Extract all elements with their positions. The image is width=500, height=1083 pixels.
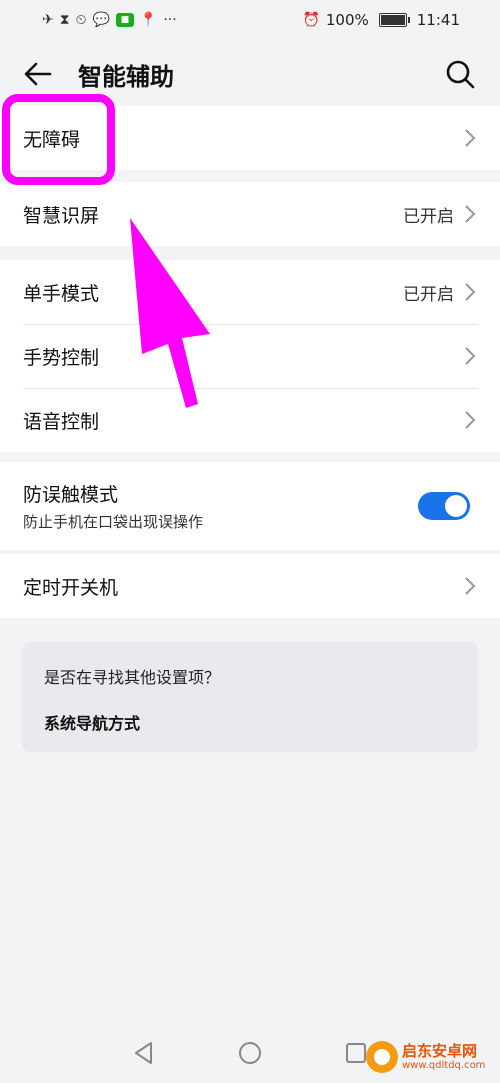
- card-timer-power: 定时开关机: [0, 554, 500, 618]
- chevron-right-icon: [465, 283, 476, 301]
- suggestion-question: 是否在寻找其他设置项？: [44, 668, 221, 687]
- setting-label: 单手模式: [23, 282, 100, 305]
- chevron-right-icon: [465, 411, 476, 429]
- setting-scheduled-power[interactable]: 定时开关机: [0, 554, 500, 618]
- more-icon: ···: [163, 12, 177, 28]
- chevron-right-icon: [465, 205, 476, 223]
- suggestion-link-system-navigation[interactable]: 系统导航方式: [44, 710, 456, 734]
- battery-icon: [378, 13, 410, 27]
- watermark-text: 启东安卓网 www.qdltdq.com: [402, 1043, 485, 1071]
- setting-label: 手势控制: [23, 346, 100, 369]
- setting-label: 无障碍: [23, 128, 81, 151]
- annotation-arrow-icon: [130, 218, 210, 408]
- nav-back-icon[interactable]: [131, 1040, 157, 1066]
- watermark-name: 启东安卓网: [402, 1042, 478, 1061]
- alarm-clock-icon: ⏰: [302, 12, 320, 28]
- setting-status: 已开启: [403, 284, 454, 305]
- status-bar: ✈ ⧗ ⏲ 💬 ■ 📍 ··· ⏰ 100% 11:41: [0, 0, 500, 40]
- status-right-icons: ⏰ 100% 11:41: [302, 11, 460, 29]
- message-icon: 💬: [92, 12, 110, 28]
- hourglass-icon: ⧗: [59, 12, 70, 28]
- setting-voice-control[interactable]: 语音控制: [0, 388, 500, 452]
- back-arrow-icon[interactable]: [20, 56, 56, 92]
- search-icon[interactable]: [442, 56, 478, 92]
- airplane-icon: ✈: [42, 12, 54, 28]
- alarm-icon: ⏲: [75, 12, 87, 28]
- clock-time: 11:41: [416, 11, 460, 29]
- setting-pocket-mode: 防误触模式 防止手机在口袋出现误操作: [0, 462, 500, 550]
- setting-one-hand-mode[interactable]: 单手模式 已开启: [0, 260, 500, 324]
- nav-home-icon[interactable]: [237, 1040, 263, 1066]
- setting-smart-screen[interactable]: 智慧识屏 已开启: [0, 182, 500, 246]
- card-controls: 单手模式 已开启 手势控制 语音控制: [0, 260, 500, 452]
- setting-label: 防误触模式: [23, 484, 119, 506]
- header: 智能辅助: [0, 40, 500, 106]
- card-pocket-mode: 防误触模式 防止手机在口袋出现误操作: [0, 462, 500, 550]
- setting-gesture-control[interactable]: 手势控制: [0, 324, 500, 388]
- setting-label: 定时开关机: [23, 576, 119, 599]
- setting-status: 已开启: [403, 206, 454, 227]
- chevron-right-icon: [465, 129, 476, 147]
- location-icon: 📍: [139, 12, 158, 28]
- pocket-mode-toggle[interactable]: [418, 492, 470, 520]
- chevron-right-icon: [465, 577, 476, 595]
- setting-label: 语音控制: [23, 410, 100, 433]
- setting-description: 防止手机在口袋出现误操作: [23, 513, 204, 531]
- setting-label: 智慧识屏: [23, 204, 100, 227]
- watermark-logo-icon: [366, 1041, 398, 1073]
- chevron-right-icon: [465, 347, 476, 365]
- watermark: 启东安卓网 www.qdltdq.com: [366, 1035, 496, 1079]
- card-smart-screen: 智慧识屏 已开启: [0, 182, 500, 246]
- setting-accessibility[interactable]: 无障碍: [0, 106, 500, 170]
- status-left-icons: ✈ ⧗ ⏲ 💬 ■ 📍 ···: [42, 13, 177, 27]
- page-title: 智能辅助: [78, 63, 174, 91]
- card-accessibility: 无障碍: [0, 106, 500, 170]
- suggestion-box: 是否在寻找其他设置项？ 系统导航方式: [22, 642, 478, 752]
- wechat-icon: ■: [115, 13, 134, 27]
- battery-percent: 100%: [325, 11, 369, 29]
- watermark-url: www.qdltdq.com: [402, 1059, 486, 1071]
